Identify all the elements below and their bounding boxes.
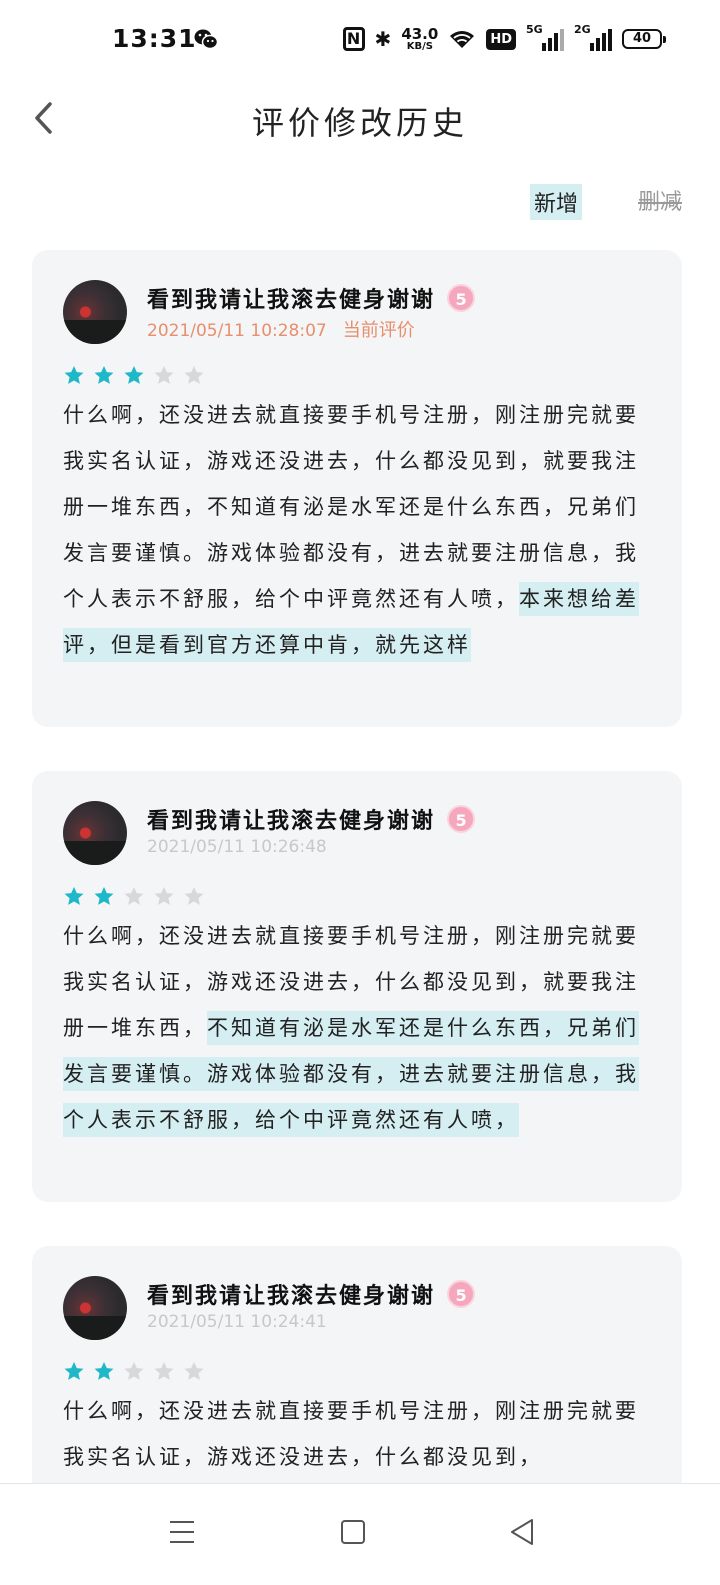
review-card: 看到我请让我滚去健身谢谢 5 2021/05/11 10:28:07 当前评价 什… [32,250,682,727]
star-empty-icon [124,887,144,905]
star-empty-icon [154,366,174,384]
signal-2g-icon: 2G [574,23,612,51]
level-badge: 5 [447,805,476,833]
star-filled-icon [94,366,114,384]
back-triangle-icon[interactable] [503,1512,543,1552]
level-badge: 5 [447,1280,476,1308]
system-nav-bar [0,1483,720,1585]
rating-stars [63,364,642,388]
header: 评价修改历史 [0,80,720,160]
star-filled-icon [94,887,114,905]
legend-added: 新增 [529,184,582,220]
wechat-icon [194,29,218,50]
review-timestamp: 2021/05/11 10:28:07 [147,321,327,341]
review-text: 什么啊，还没进去就直接要手机号注册，刚注册完就要我实名认证，游戏还没进去，什么都… [63,1388,642,1480]
star-filled-icon [124,366,144,384]
status-bar: 13:31 N ✱ 43.0 KB/S HD 5G 2G 40 [0,0,720,80]
avatar[interactable] [63,280,127,344]
avatar[interactable] [63,1276,127,1340]
review-timestamp: 2021/05/11 10:24:41 [147,1312,327,1332]
status-time: 13:31 [112,24,197,53]
star-empty-icon [184,887,204,905]
star-empty-icon [124,1362,144,1380]
level-badge: 5 [447,284,476,312]
star-empty-icon [184,1362,204,1380]
battery-icon: 40 [622,29,666,49]
bluetooth-icon: ✱ [374,27,392,51]
menu-icon[interactable] [162,1512,202,1552]
user-name[interactable]: 看到我请让我滚去健身谢谢 [147,803,435,835]
page-title: 评价修改历史 [251,104,468,142]
star-empty-icon [184,366,204,384]
star-empty-icon [154,887,174,905]
rating-stars [63,885,642,909]
hd-badge: HD [486,28,516,50]
review-card: 看到我请让我滚去健身谢谢 5 2021/05/11 10:26:48 什么啊，还… [32,771,682,1202]
home-square-icon[interactable] [333,1512,373,1552]
review-text-unchanged: 什么啊，还没进去就直接要手机号注册，刚注册完就要我实名认证，游戏还没进去，什么都… [63,403,639,611]
diff-legend: 新增 删减 [529,184,682,220]
star-filled-icon [64,366,84,384]
star-empty-icon [154,1362,174,1380]
user-name[interactable]: 看到我请让我滚去健身谢谢 [147,282,435,314]
rating-stars [63,1360,642,1384]
network-speed: 43.0 KB/S [401,24,439,52]
star-filled-icon [64,887,84,905]
review-timestamp: 2021/05/11 10:26:48 [147,837,327,857]
legend-deleted: 删减 [637,190,682,215]
nfc-icon: N [342,27,365,51]
user-name[interactable]: 看到我请让我滚去健身谢谢 [147,1278,435,1310]
avatar[interactable] [63,801,127,865]
review-text: 什么啊，还没进去就直接要手机号注册，刚注册完就要我实名认证，游戏还没进去，什么都… [63,913,642,1143]
review-text: 什么啊，还没进去就直接要手机号注册，刚注册完就要我实名认证，游戏还没进去，什么都… [63,392,642,668]
current-review-label: 当前评价 [342,320,415,341]
review-text-unchanged: 什么啊，还没进去就直接要手机号注册，刚注册完就要我实名认证，游戏还没进去，什么都… [63,1399,639,1469]
star-filled-icon [64,1362,84,1380]
wifi-icon [450,31,475,48]
signal-5g-icon: 5G [526,23,564,51]
star-filled-icon [94,1362,114,1380]
